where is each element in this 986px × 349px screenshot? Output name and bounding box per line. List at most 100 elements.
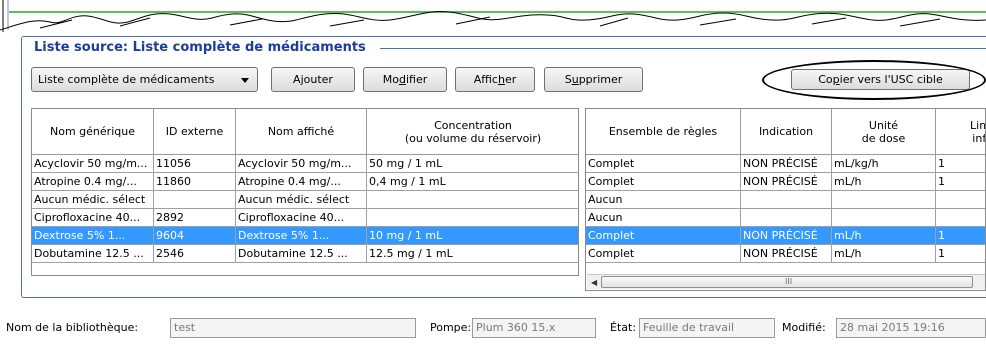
column-header-dose-unit[interactable]: Unité de dose — [832, 109, 936, 155]
right-table-cell: 1 — [936, 173, 985, 191]
left-table-cell: 0,4 mg / 1 mL — [367, 173, 578, 191]
right-table-cell — [936, 191, 985, 209]
list-select-dropdown[interactable]: Liste complète de médicaments — [31, 67, 258, 92]
right-table-cell: 1 — [936, 245, 985, 263]
view-button[interactable]: Afficher — [455, 67, 535, 92]
left-table-cell: 11056 — [154, 155, 236, 173]
left-table-cell: Dextrose 5% 1... — [236, 227, 367, 245]
right-table-cell: mL/h — [832, 173, 936, 191]
torn-top-edge — [0, 0, 986, 32]
add-button-label: Ajouter — [293, 73, 333, 86]
left-table-cell: 50 mg / 1 mL — [367, 155, 578, 173]
scrollbar-thumb[interactable]: III — [601, 276, 973, 288]
edit-label-b: ifier — [405, 73, 428, 86]
left-table-cell: 9604 — [154, 227, 236, 245]
rule-set-table[interactable]: Ensemble de règles Indication Unité de d… — [585, 108, 986, 291]
right-table-cell: NON PRÉCISÉ — [741, 155, 832, 173]
chevron-down-icon — [241, 78, 249, 83]
right-table-cell: Complet — [586, 155, 741, 173]
add-button[interactable]: Ajouter — [271, 67, 355, 92]
column-header-generic-name[interactable]: Nom générique — [32, 109, 154, 155]
edit-label-mnemonic: d — [398, 73, 406, 86]
left-table-row[interactable]: Acyclovir 50 mg/m... 11056 Acyclovir 50 mg… — [32, 155, 578, 173]
left-table-cell: 12.5 mg / 1 mL — [367, 245, 578, 263]
right-table-cell: NON PRÉCISÉ — [741, 227, 832, 245]
status-bar: Nom de la bibliothèque: test Pompe: Plum… — [0, 311, 986, 349]
left-table-body: Acyclovir 50 mg/m... 11056 Acyclovir 50 mg… — [32, 155, 578, 263]
right-table-cell: Aucun — [586, 191, 741, 209]
pump-field: Plum 360 15.x — [472, 318, 596, 338]
left-table-cell — [367, 191, 578, 209]
right-table-cell: NON PRÉCISÉ — [741, 245, 832, 263]
right-table-row[interactable]: Complet NON PRÉCISÉ mL/h 1 — [586, 227, 985, 245]
pump-label: Pompe: — [430, 321, 472, 334]
left-table-cell: Dextrose 5% 1... — [32, 227, 154, 245]
right-table-cell: Complet — [586, 245, 741, 263]
delete-label-b: pprimer — [578, 73, 623, 86]
right-table-row[interactable]: Aucun — [586, 209, 985, 227]
right-table-cell — [832, 209, 936, 227]
state-field: Feuille de travail — [639, 318, 775, 338]
left-table-cell: Dobutamine 12.5 ... — [236, 245, 367, 263]
left-table-row[interactable]: Dobutamine 12.5 ... 2546 Dobutamine 12.5 .… — [32, 245, 578, 263]
delete-label-a: S — [564, 73, 572, 86]
right-table-cell: NON PRÉCISÉ — [741, 173, 832, 191]
right-table-cell: mL/kg/h — [832, 155, 936, 173]
column-header-rule-set[interactable]: Ensemble de règles — [586, 109, 741, 155]
column-header-display-name[interactable]: Nom affiché — [236, 109, 367, 155]
source-medication-table[interactable]: Nom générique ID externe Nom affiché Con… — [31, 108, 579, 276]
right-table-cell — [741, 209, 832, 227]
right-table-row[interactable]: Aucun — [586, 191, 985, 209]
right-table-cell — [936, 209, 985, 227]
left-table-header: Nom générique ID externe Nom affiché Con… — [32, 109, 578, 155]
column-header-external-id[interactable]: ID externe — [154, 109, 236, 155]
left-table-cell — [154, 191, 236, 209]
left-table-cell: Dobutamine 12.5 ... — [32, 245, 154, 263]
left-table-cell: Atropine 0.4 mg/... — [32, 173, 154, 191]
left-table-cell: 10 mg / 1 mL — [367, 227, 578, 245]
left-table-row[interactable]: Dextrose 5% 1... 9604 Dextrose 5% 1... 10 m… — [32, 227, 578, 245]
library-name-label: Nom de la bibliothèque: — [6, 321, 139, 334]
left-table-cell: 2546 — [154, 245, 236, 263]
left-table-row[interactable]: Aucun médic. sélect Aucun médic. sélect — [32, 191, 578, 209]
right-table-cell — [741, 191, 832, 209]
left-table-cell: 2892 — [154, 209, 236, 227]
left-table-cell: Acyclovir 50 mg/m... — [32, 155, 154, 173]
left-table-cell: Ciprofloxacine 40... — [32, 209, 154, 227]
left-table-row[interactable]: Ciprofloxacine 40... 2892 Ciprofloxacine 4… — [32, 209, 578, 227]
highlight-circle — [762, 60, 986, 100]
delete-button[interactable]: Supprimer — [544, 67, 643, 92]
right-table-cell: 1 — [936, 155, 985, 173]
right-table-row[interactable]: Complet NON PRÉCISÉ mL/h 1 — [586, 245, 985, 263]
right-table-body: Complet NON PRÉCISÉ mL/kg/h 1 Complet NON PRÉ… — [586, 155, 985, 263]
left-table-cell — [367, 209, 578, 227]
right-table-cell: mL/h — [832, 227, 936, 245]
panel-title-rule — [380, 48, 986, 49]
right-table-cell: Complet — [586, 227, 741, 245]
horizontal-scrollbar[interactable]: ◀ III — [587, 274, 985, 289]
left-table-cell: Aucun médic. sélect — [32, 191, 154, 209]
scroll-left-arrow-icon[interactable]: ◀ — [591, 278, 597, 287]
left-table-cell: Atropine 0.4 mg/... — [236, 173, 367, 191]
view-label-mnemonic: h — [497, 73, 505, 86]
right-table-cell: 1 — [936, 227, 985, 245]
right-table-cell: Complet — [586, 173, 741, 191]
right-table-row[interactable]: Complet NON PRÉCISÉ mL/kg/h 1 — [586, 155, 985, 173]
modified-field: 28 mai 2015 19:16 — [836, 318, 986, 338]
column-header-indication[interactable]: Indication — [741, 109, 832, 155]
column-header-concentration[interactable]: Concentration (ou volume du réservoir) — [367, 109, 578, 155]
right-table-cell — [832, 191, 936, 209]
view-label-a: Affic — [473, 73, 498, 86]
left-table-cell: Ciprofloxacine 40... — [236, 209, 367, 227]
right-table-header: Ensemble de règles Indication Unité de d… — [586, 109, 985, 155]
left-table-cell: Acyclovir 50 mg/m... — [236, 155, 367, 173]
column-header-lower-limit[interactable]: Limi infr — [936, 109, 985, 155]
right-table-row[interactable]: Complet NON PRÉCISÉ mL/h 1 — [586, 173, 985, 191]
left-table-cell: Aucun médic. sélect — [236, 191, 367, 209]
list-select-value: Liste complète de médicaments — [38, 73, 215, 86]
right-table-cell: mL/h — [832, 245, 936, 263]
panel-title: Liste source: Liste complète de médicame… — [31, 40, 369, 56]
edit-button[interactable]: Modifier — [363, 67, 447, 92]
state-label: État: — [610, 321, 637, 334]
left-table-row[interactable]: Atropine 0.4 mg/... 11860 Atropine 0.4 mg/… — [32, 173, 578, 191]
